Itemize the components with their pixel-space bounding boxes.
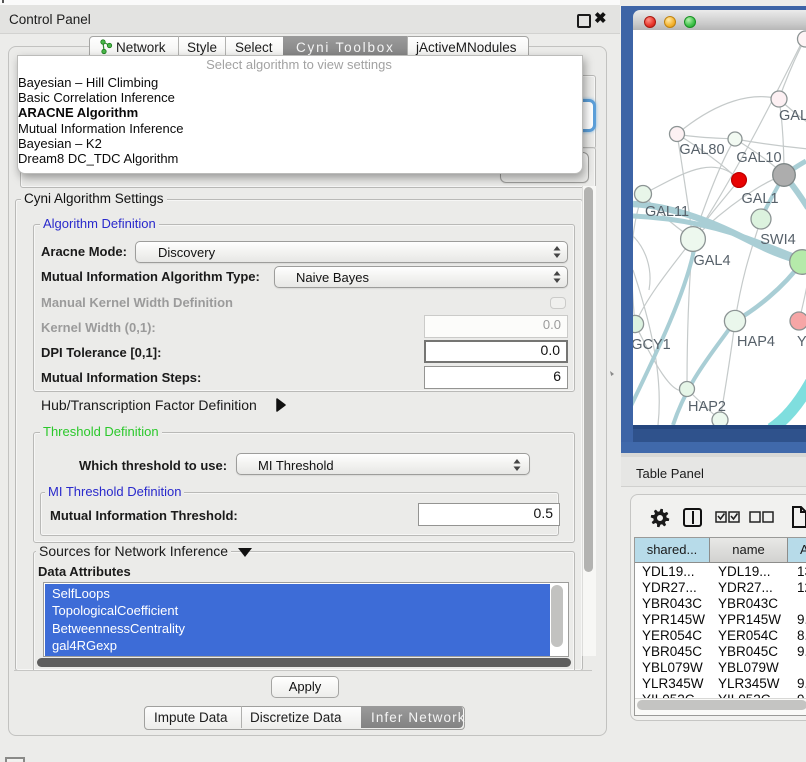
svg-text:YJ: YJ — [797, 334, 806, 350]
svg-text:HAP4: HAP4 — [737, 334, 775, 350]
svg-text:GAL7: GAL7 — [779, 108, 806, 124]
svg-text:GCY1: GCY1 — [633, 337, 671, 353]
svg-text:GAL1: GAL1 — [741, 191, 778, 207]
svg-text:HAP2: HAP2 — [688, 399, 726, 415]
svg-text:GAL4: GAL4 — [693, 253, 730, 269]
svg-text:GAL80: GAL80 — [679, 142, 724, 158]
svg-text:GAL10: GAL10 — [736, 150, 781, 166]
svg-text:GAL11: GAL11 — [645, 204, 689, 220]
svg-text:SWI4: SWI4 — [760, 232, 795, 248]
